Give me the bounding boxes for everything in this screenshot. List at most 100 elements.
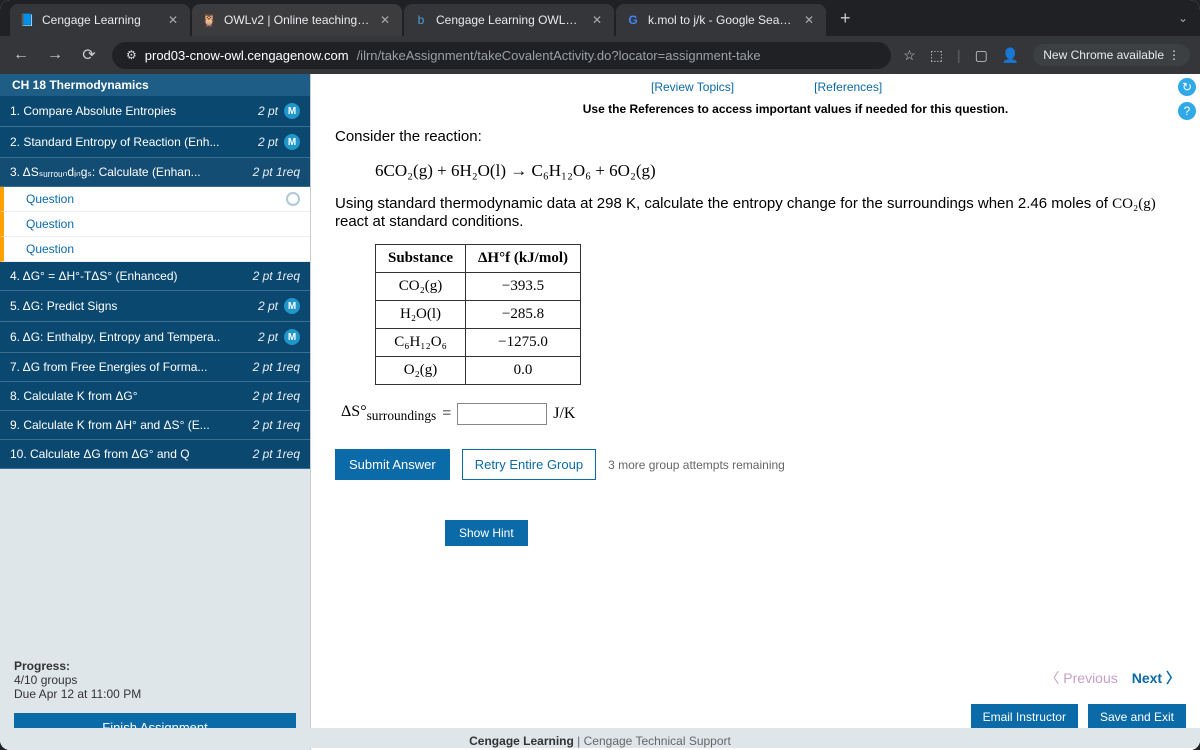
show-hint-button[interactable]: Show Hint [445,520,528,546]
nav-points: 2 pt [258,104,278,118]
nav-item-8[interactable]: 8. Calculate K from ΔG° 2 pt 1req [0,382,310,411]
retry-group-button[interactable]: Retry Entire Group [462,449,596,480]
nav-item-6[interactable]: 6. ΔG: Enthalpy, Entropy and Tempera.. 2… [0,322,310,353]
nav-item-7[interactable]: 7. ΔG from Free Energies of Forma... 2 p… [0,353,310,382]
cengage-link[interactable]: Cengage Learning [469,734,574,748]
profile-icon[interactable]: 👤 [1002,47,1019,64]
nav-title: 6. ΔG: Enthalpy, Entropy and Tempera.. [10,330,252,344]
table-row: H₂O(l)−285.8 [376,301,581,329]
nav-item-5[interactable]: 5. ΔG: Predict Signs 2 pt M [0,291,310,322]
nav-points: 2 pt 1req [253,389,300,403]
window-icon[interactable]: ▢ [975,47,988,64]
nav-title: 7. ΔG from Free Energies of Forma... [10,360,247,374]
site-icon: 📘 [20,13,34,27]
status-ring-icon [286,192,300,206]
nav-points: 2 pt [258,330,278,344]
answer-input[interactable] [457,403,547,425]
next-button[interactable]: Next 〉 [1132,668,1180,688]
extension-icon[interactable]: ⬚ [930,47,943,64]
th-deltahf: ΔH°f (kJ/mol) [466,245,581,273]
review-topics-link[interactable]: [Review Topics] [651,80,734,94]
nav-title: 8. Calculate K from ΔG° [10,389,247,403]
nav-points: 2 pt 1req [253,447,300,461]
consider-text: Consider the reaction: [335,128,1176,145]
nav-title: 1. Compare Absolute Entropies [10,104,252,118]
sub-question-2[interactable]: Question [0,212,310,237]
answer-row: ΔS°surroundings = J/K [341,403,1176,425]
table-row: O₂(g)0.0 [376,357,581,385]
nav-title: 4. ΔG° = ΔH°-TΔS° (Enhanced) [10,269,247,283]
question-panel: ↻ ? [Review Topics] [References] Use the… [310,74,1200,750]
references-link[interactable]: [References] [814,80,882,94]
nav-item-3[interactable]: 3. ΔSₛᵤᵣᵣₒᵤₙdᵢₙgₛ: Calculate (Enhan... 2… [0,158,310,187]
url-path: /ilrn/takeAssignment/takeCovalentActivit… [357,48,761,63]
browser-tab-3[interactable]: G k.mol to j/k - Google Search ✕ [616,4,826,36]
equals-sign: = [442,405,451,423]
email-instructor-button[interactable]: Email Instructor [971,704,1078,730]
tech-support-link[interactable]: Cengage Technical Support [584,734,731,748]
nav-points: 2 pt [258,299,278,313]
back-button[interactable]: ← [10,44,32,66]
m-badge-icon: M [284,134,300,150]
close-icon[interactable]: ✕ [590,13,604,27]
previous-button[interactable]: 〈 Previous [1045,668,1117,688]
thermo-data-table: Substance ΔH°f (kJ/mol) CO₂(g)−393.5 H₂O… [375,244,581,385]
answer-symbol: ΔS° [341,403,367,420]
label: New Chrome available [1043,48,1164,62]
new-tab-button[interactable]: + [828,8,863,29]
close-icon[interactable]: ✕ [166,13,180,27]
star-icon[interactable]: ☆ [903,47,916,64]
forward-button[interactable]: → [44,44,66,66]
progress-due: Due Apr 12 at 11:00 PM [14,687,141,701]
table-row: C₆H₁₂O₆−1275.0 [376,329,581,357]
progress-box: Progress: 4/10 groups Due Apr 12 at 11:0… [0,647,310,705]
new-chrome-button[interactable]: New Chrome available ⋮ [1033,44,1190,66]
submit-answer-button[interactable]: Submit Answer [335,449,450,480]
nav-item-2[interactable]: 2. Standard Entropy of Reaction (Enh... … [0,127,310,158]
prompt-text-a: Using standard thermodynamic data at 298… [335,195,1112,212]
nav-title: 2. Standard Entropy of Reaction (Enh... [10,135,252,149]
assignment-nav: CH 18 Thermodynamics 1. Compare Absolute… [0,74,310,750]
nav-title: 3. ΔSₛᵤᵣᵣₒᵤₙdᵢₙgₛ: Calculate (Enhan... [10,165,247,179]
close-icon[interactable]: ✕ [378,13,392,27]
chevron-down-icon[interactable]: ⌄ [1166,11,1200,25]
browser-tab-0[interactable]: 📘 Cengage Learning ✕ [10,4,190,36]
nav-points: 2 pt 1req [253,165,300,179]
site-toggle-icon[interactable]: ⚙ [126,48,137,62]
label: Question [26,242,74,256]
browser-tab-1[interactable]: 🦉 OWLv2 | Online teaching and ✕ [192,4,402,36]
nav-title: 9. Calculate K from ΔH° and ΔS° (E... [10,418,247,432]
url-bar[interactable]: ⚙ prod03-cnow-owl.cengagenow.com/ilrn/ta… [112,42,891,69]
google-icon: G [626,13,640,27]
th-substance: Substance [376,245,466,273]
browser-tab-2[interactable]: b Cengage Learning OWLv2 | O ✕ [404,4,614,36]
save-and-exit-button[interactable]: Save and Exit [1088,704,1186,730]
progress-groups: 4/10 groups [14,673,77,687]
sub-question-3[interactable]: Question [0,237,310,262]
tab-title: OWLv2 | Online teaching and [224,13,370,27]
reload-button[interactable]: ⟳ [78,44,100,66]
answer-unit: J/K [553,405,575,423]
progress-label: Progress: [14,659,70,673]
nav-title: 5. ΔG: Predict Signs [10,299,252,313]
m-badge-icon: M [284,298,300,314]
close-icon[interactable]: ✕ [802,13,816,27]
help-icon[interactable]: ? [1178,102,1196,120]
refresh-icon[interactable]: ↻ [1178,78,1196,96]
nav-item-4[interactable]: 4. ΔG° = ΔH°-TΔS° (Enhanced) 2 pt 1req [0,262,310,291]
reaction-equation: 6CO₂(g) + 6H₂O(l) → C₆H₁₂O₆ + 6O₂(g) [335,155,1176,195]
sub-question-1[interactable]: Question [0,187,310,212]
site-icon: 🦉 [202,13,216,27]
tab-title: Cengage Learning [42,13,158,27]
nav-item-1[interactable]: 1. Compare Absolute Entropies 2 pt M [0,96,310,127]
prompt-species: CO₂(g) [1112,196,1156,212]
nav-item-10[interactable]: 10. Calculate ΔG from ΔG° and Q 2 pt 1re… [0,440,310,469]
nav-points: 2 pt 1req [253,418,300,432]
divider: | [957,47,961,63]
tab-title: Cengage Learning OWLv2 | O [436,13,582,27]
chapter-header: CH 18 Thermodynamics [0,74,310,96]
nav-item-9[interactable]: 9. Calculate K from ΔH° and ΔS° (E... 2 … [0,411,310,440]
m-badge-icon: M [284,329,300,345]
table-row: CO₂(g)−393.5 [376,273,581,301]
url-host: prod03-cnow-owl.cengagenow.com [145,48,349,63]
